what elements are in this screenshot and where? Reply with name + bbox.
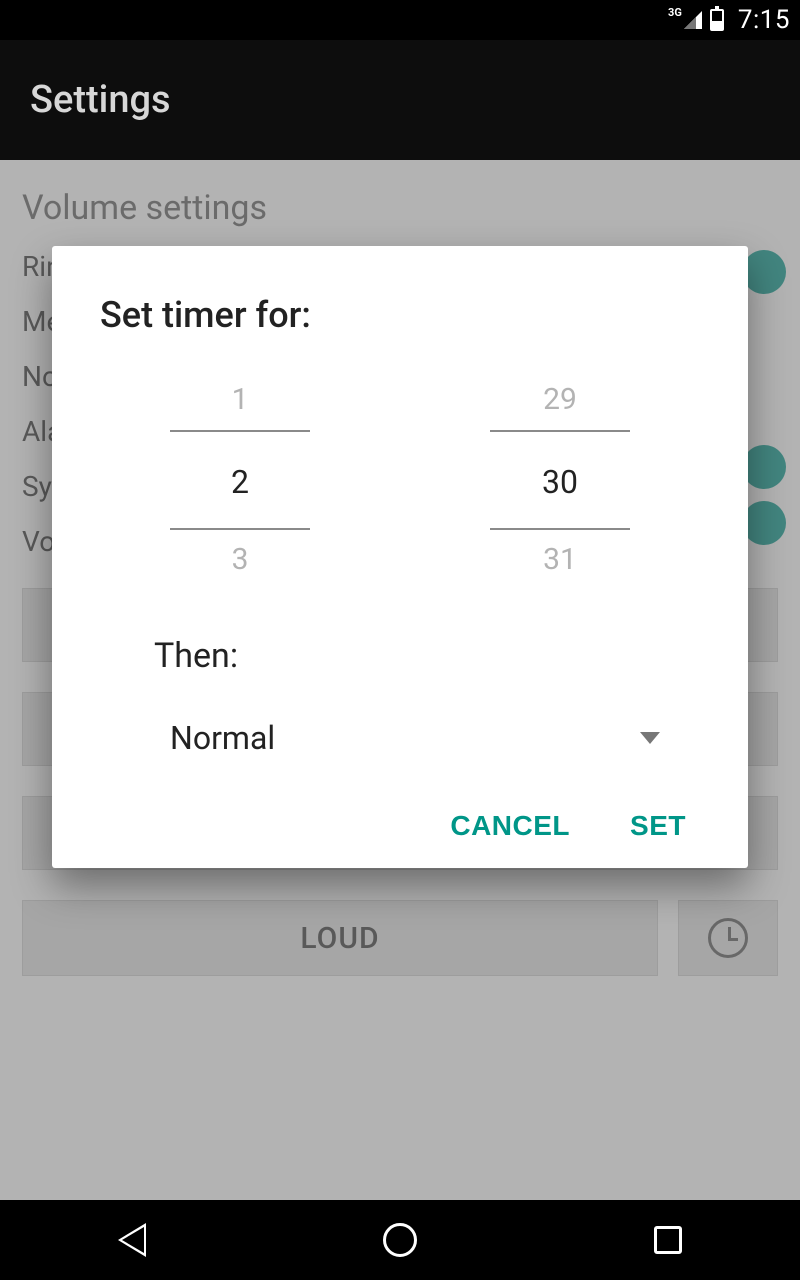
hour-value: 2 xyxy=(170,430,310,530)
hour-prev: 1 xyxy=(140,370,340,430)
minute-next: 31 xyxy=(460,530,660,590)
nav-bar xyxy=(0,1200,800,1280)
timer-dialog: Set timer for: 1 2 3 29 30 31 Then: Norm… xyxy=(52,246,748,868)
minute-prev: 29 xyxy=(460,370,660,430)
chevron-down-icon xyxy=(640,732,660,744)
recents-icon[interactable] xyxy=(654,1226,682,1254)
page-title: Settings xyxy=(30,78,171,122)
home-icon[interactable] xyxy=(383,1223,417,1257)
cancel-button[interactable]: CANCEL xyxy=(450,810,570,842)
minute-picker[interactable]: 29 30 31 xyxy=(460,370,660,590)
signal-icon xyxy=(684,11,702,29)
dialog-title: Set timer for: xyxy=(100,294,700,336)
hour-next: 3 xyxy=(140,530,340,590)
back-icon[interactable] xyxy=(118,1223,146,1257)
app-bar: Settings xyxy=(0,40,800,160)
profile-dropdown[interactable]: Normal xyxy=(170,710,660,766)
then-label: Then: xyxy=(154,636,700,676)
battery-icon xyxy=(710,9,724,31)
status-bar: 3G 7:15 xyxy=(0,0,800,40)
minute-value: 30 xyxy=(490,430,630,530)
status-clock: 7:15 xyxy=(738,5,790,35)
hour-picker[interactable]: 1 2 3 xyxy=(140,370,340,590)
set-button[interactable]: SET xyxy=(630,810,686,842)
dropdown-value: Normal xyxy=(170,719,275,757)
network-3g-label: 3G xyxy=(668,6,682,19)
